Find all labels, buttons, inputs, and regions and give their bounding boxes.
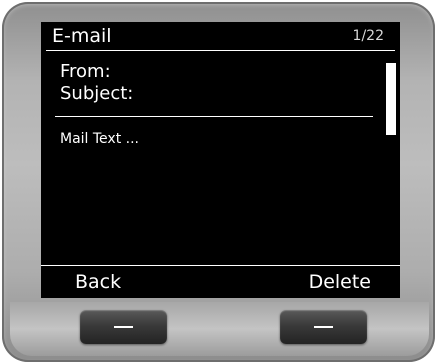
subject-label: Subject: — [60, 83, 134, 104]
mail-body-text: Mail Text ... — [60, 131, 140, 147]
header-divider — [55, 116, 373, 117]
dash-icon — [114, 326, 133, 328]
softkey-divider — [41, 265, 400, 266]
message-counter: 1/22 — [352, 28, 384, 44]
scrollbar[interactable] — [386, 63, 396, 135]
title-bar: E-mail 1/22 — [41, 22, 400, 50]
delete-softkey-button[interactable] — [280, 310, 367, 344]
phone-device: E-mail 1/22 From: Subject: Mail Text ...… — [2, 2, 435, 362]
title-divider — [46, 50, 395, 51]
softkey-back-label: Back — [75, 271, 122, 293]
softkey-delete-label: Delete — [308, 271, 371, 293]
screen-title: E-mail — [52, 25, 112, 47]
dash-icon — [314, 326, 333, 328]
back-softkey-button[interactable] — [80, 310, 167, 344]
display-screen: E-mail 1/22 From: Subject: Mail Text ...… — [41, 22, 400, 298]
from-label: From: — [60, 61, 111, 82]
